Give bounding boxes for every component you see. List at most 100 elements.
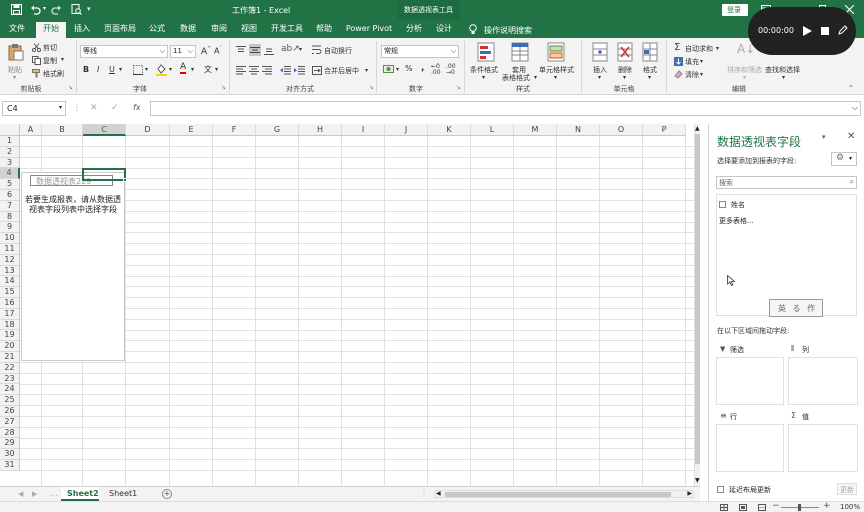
- font-size-select[interactable]: 11 ⌵: [170, 45, 196, 58]
- format-dropdown-icon[interactable]: ▾: [648, 74, 651, 81]
- column-header[interactable]: H: [299, 124, 342, 136]
- select-all-corner[interactable]: [0, 124, 20, 136]
- row-header[interactable]: 28: [0, 427, 20, 439]
- increase-font-icon[interactable]: A^: [201, 46, 211, 57]
- prev-sheet-icon[interactable]: ◀: [18, 490, 23, 498]
- italic-button[interactable]: I: [97, 65, 99, 74]
- row-header[interactable]: 9: [0, 222, 20, 234]
- row-header[interactable]: 1: [0, 136, 20, 147]
- delete-dropdown-icon[interactable]: ▾: [623, 74, 626, 81]
- clear-button[interactable]: 清除: [685, 70, 699, 80]
- align-right-icon[interactable]: [262, 66, 272, 75]
- column-header[interactable]: D: [126, 124, 170, 136]
- page-layout-view-icon[interactable]: [739, 504, 747, 511]
- cancel-entry-icon[interactable]: ✕: [90, 103, 98, 113]
- row-header[interactable]: 23: [0, 373, 20, 385]
- format-as-table-icon[interactable]: [511, 42, 529, 62]
- copy-dropdown-icon[interactable]: ▾: [61, 56, 64, 63]
- orientation-icon[interactable]: ab↗: [281, 44, 300, 54]
- zoom-in-icon[interactable]: +: [823, 501, 831, 511]
- format-cells-icon[interactable]: [642, 42, 658, 62]
- print-preview-icon[interactable]: [71, 4, 82, 15]
- pen-icon[interactable]: [838, 25, 848, 35]
- format-as-table-label-2[interactable]: 表格格式: [502, 73, 530, 83]
- save-icon[interactable]: [11, 4, 22, 15]
- insert-dropdown-icon[interactable]: ▾: [598, 74, 601, 81]
- field-search-input[interactable]: 搜索 ⌕: [716, 176, 857, 189]
- sheet-tab-sheet1[interactable]: Sheet1: [103, 487, 141, 501]
- font-color-icon[interactable]: A: [180, 63, 187, 74]
- row-header[interactable]: 31: [0, 460, 20, 471]
- tab-help[interactable]: 帮助: [310, 22, 338, 38]
- currency-icon[interactable]: [383, 65, 394, 74]
- format-as-table-dropdown-icon[interactable]: ▾: [534, 74, 537, 81]
- delete-cells-icon[interactable]: [617, 42, 633, 62]
- align-center-icon[interactable]: [249, 66, 259, 75]
- row-header[interactable]: 10: [0, 233, 20, 244]
- worksheet-grid[interactable]: ABCDEFGHIJKLMNOP 1 2 3 4 5 6 7 8 9 10 11 12 13 14 15 16…: [0, 124, 700, 488]
- number-format-select[interactable]: 常规 ⌵: [381, 45, 459, 58]
- align-bottom-icon[interactable]: [264, 46, 274, 55]
- find-select-dropdown-icon[interactable]: ▾: [782, 74, 785, 81]
- row-header[interactable]: 24: [0, 384, 20, 396]
- column-header[interactable]: E: [170, 124, 213, 136]
- column-header[interactable]: O: [600, 124, 643, 136]
- pane-options-dropdown-icon[interactable]: ▾: [822, 133, 826, 141]
- row-header[interactable]: 19: [0, 330, 20, 342]
- increase-indent-icon[interactable]: [294, 66, 305, 75]
- clear-dropdown-icon[interactable]: ▾: [700, 71, 703, 78]
- redo-icon[interactable]: [51, 4, 62, 15]
- decrease-decimal-icon[interactable]: .00 →0: [446, 64, 456, 76]
- sheet-tab-sheet2[interactable]: Sheet2: [61, 487, 99, 501]
- tab-analyze[interactable]: 分析: [400, 22, 428, 38]
- sort-filter-dropdown-icon[interactable]: ▾: [743, 74, 746, 81]
- columns-drop-area[interactable]: [788, 357, 858, 405]
- phonetic-dropdown-icon[interactable]: ▾: [215, 66, 218, 73]
- scroll-up-icon[interactable]: ▲: [695, 125, 700, 132]
- row-header[interactable]: 6: [0, 190, 20, 201]
- tab-developer[interactable]: 开发工具: [268, 22, 306, 38]
- cell-styles-dropdown-icon[interactable]: ▾: [554, 74, 557, 81]
- tab-home[interactable]: 开始: [36, 22, 66, 38]
- play-icon[interactable]: [803, 26, 812, 36]
- row-header[interactable]: 8: [0, 211, 20, 223]
- confirm-entry-icon[interactable]: ✓: [111, 103, 119, 113]
- zoom-out-icon[interactable]: −: [772, 501, 780, 511]
- autosum-button[interactable]: 自动求和: [685, 44, 713, 54]
- update-button[interactable]: 更新: [837, 483, 857, 495]
- borders-icon[interactable]: [133, 65, 143, 75]
- row-header[interactable]: 29: [0, 438, 20, 450]
- row-header[interactable]: 16: [0, 298, 20, 309]
- hscroll-thumb[interactable]: [445, 492, 671, 497]
- decrease-indent-icon[interactable]: [280, 66, 291, 75]
- horizontal-scrollbar[interactable]: ◀ ▶: [434, 490, 694, 498]
- hscroll-grip-icon[interactable]: ⋮: [420, 489, 428, 498]
- name-box-dropdown-icon[interactable]: ▾: [59, 104, 62, 111]
- align-top-icon[interactable]: [236, 46, 246, 55]
- column-header[interactable]: N: [557, 124, 600, 136]
- field-checkbox[interactable]: [719, 201, 726, 208]
- active-cell-outline[interactable]: [82, 168, 126, 181]
- underline-dropdown-icon[interactable]: ▾: [119, 66, 122, 73]
- scroll-down-icon[interactable]: ▼: [695, 477, 700, 484]
- login-button[interactable]: 登录: [722, 4, 748, 16]
- conditional-formatting-icon[interactable]: [477, 42, 495, 62]
- tab-view[interactable]: 视图: [236, 22, 262, 38]
- stop-icon[interactable]: [821, 27, 829, 35]
- tab-page-layout[interactable]: 页面布局: [100, 22, 140, 38]
- tab-review[interactable]: 审阅: [206, 22, 232, 38]
- fill-color-dropdown-icon[interactable]: ▾: [169, 66, 172, 73]
- clipboard-launcher-icon[interactable]: ↘: [68, 84, 73, 91]
- tab-formulas[interactable]: 公式: [144, 22, 170, 38]
- fill-color-icon[interactable]: [156, 64, 167, 76]
- number-launcher-icon[interactable]: ↘: [456, 84, 461, 91]
- font-name-select[interactable]: 等线 ⌵: [80, 45, 168, 58]
- filter-drop-area[interactable]: [716, 357, 784, 405]
- phonetic-icon[interactable]: 文: [204, 64, 212, 75]
- undo-icon[interactable]: [30, 4, 41, 15]
- row-header[interactable]: 12: [0, 254, 20, 266]
- column-header[interactable]: F: [213, 124, 256, 136]
- add-sheet-button[interactable]: +: [162, 489, 172, 499]
- fill-button[interactable]: 填充: [685, 57, 699, 67]
- row-header[interactable]: 7: [0, 200, 20, 212]
